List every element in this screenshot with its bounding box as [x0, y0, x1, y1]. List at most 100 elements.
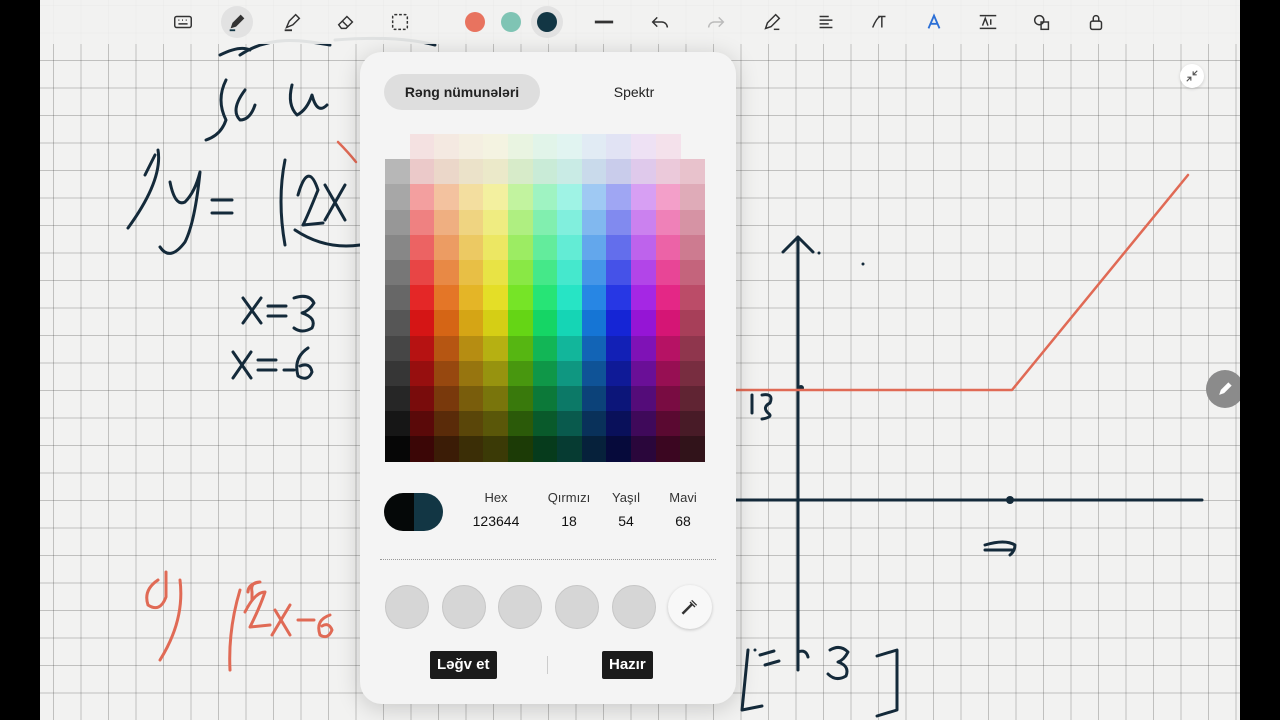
- color-swatch[interactable]: [458, 360, 484, 387]
- color-swatch[interactable]: [655, 260, 681, 286]
- recent-color-slot[interactable]: [498, 585, 543, 629]
- recent-color-slot[interactable]: [385, 585, 429, 629]
- color-swatch[interactable]: [434, 386, 460, 412]
- color-swatch[interactable]: [508, 335, 533, 362]
- color-swatch[interactable]: [385, 234, 410, 261]
- keyboard-tool[interactable]: [167, 6, 199, 38]
- color-swatch[interactable]: [483, 260, 509, 286]
- green-value[interactable]: 54: [600, 513, 652, 529]
- color-swatch[interactable]: [655, 310, 681, 337]
- color-swatch[interactable]: [483, 310, 509, 337]
- blue-column[interactable]: Mavi 68: [658, 490, 708, 529]
- color-swatch[interactable]: [409, 209, 435, 236]
- floating-pen-button[interactable]: [1206, 370, 1240, 408]
- color-swatch[interactable]: [557, 134, 583, 160]
- color-swatch[interactable]: [434, 134, 460, 160]
- color-swatch[interactable]: [409, 159, 435, 186]
- color-swatch[interactable]: [532, 134, 558, 160]
- redo-button[interactable]: [700, 6, 732, 38]
- color-swatch[interactable]: [532, 285, 558, 312]
- color-swatch[interactable]: [409, 360, 435, 387]
- color-swatch[interactable]: [557, 209, 583, 236]
- color-swatch[interactable]: [409, 411, 435, 438]
- color-swatch[interactable]: [434, 335, 460, 362]
- color-swatch[interactable]: [532, 234, 558, 261]
- color-swatch[interactable]: [557, 310, 583, 337]
- shapes-tool[interactable]: [1026, 6, 1058, 38]
- color-swatch[interactable]: [581, 134, 607, 160]
- color-swatch[interactable]: [409, 285, 435, 312]
- color-swatch[interactable]: [458, 260, 484, 286]
- color-swatch[interactable]: [458, 234, 484, 261]
- color-swatch[interactable]: [409, 260, 435, 286]
- color-swatch[interactable]: [532, 436, 558, 463]
- color-swatch[interactable]: [385, 360, 410, 387]
- color-swatch[interactable]: [434, 260, 460, 286]
- color-swatch[interactable]: [557, 436, 583, 463]
- color-swatch[interactable]: [655, 234, 681, 261]
- color-swatch[interactable]: [483, 234, 509, 261]
- color-swatch[interactable]: [434, 234, 460, 261]
- color-swatch[interactable]: [483, 134, 509, 160]
- color-swatch[interactable]: [581, 209, 607, 236]
- pen-tool[interactable]: [221, 6, 253, 38]
- color-swatch[interactable]: [557, 335, 583, 362]
- color-swatch[interactable]: [680, 260, 706, 286]
- color-swatch[interactable]: [483, 159, 509, 186]
- color-swatch[interactable]: [483, 285, 509, 312]
- recent-color-slot[interactable]: [555, 585, 600, 629]
- color-swatch[interactable]: [606, 386, 632, 412]
- color-swatch[interactable]: [581, 285, 607, 312]
- color-swatch[interactable]: [581, 335, 607, 362]
- color-swatch[interactable]: [631, 159, 656, 186]
- color-swatch[interactable]: [409, 134, 435, 160]
- color-swatch[interactable]: [385, 260, 410, 286]
- color-swatch[interactable]: [385, 285, 410, 312]
- color-swatch[interactable]: [557, 285, 583, 312]
- color-swatch[interactable]: [532, 260, 558, 286]
- color-swatch[interactable]: [606, 209, 632, 236]
- color-swatch[interactable]: [680, 411, 706, 438]
- color-swatch[interactable]: [606, 159, 632, 186]
- color-swatch[interactable]: [458, 386, 484, 412]
- color-swatch[interactable]: [606, 310, 632, 337]
- color-swatch[interactable]: [458, 159, 484, 186]
- color-swatch[interactable]: [680, 184, 706, 211]
- color-swatch[interactable]: [532, 159, 558, 186]
- color-swatch[interactable]: [655, 184, 681, 211]
- blue-value[interactable]: 68: [658, 513, 708, 529]
- color-swatch[interactable]: [680, 285, 706, 312]
- hex-value[interactable]: 123644: [460, 513, 532, 529]
- color-swatch[interactable]: [409, 310, 435, 337]
- color-swatch[interactable]: [631, 234, 656, 261]
- color-swatch[interactable]: [508, 310, 533, 337]
- color-swatch[interactable]: [483, 209, 509, 236]
- color-swatch[interactable]: [385, 209, 410, 236]
- color-swatch[interactable]: [508, 360, 533, 387]
- color-swatch[interactable]: [631, 310, 656, 337]
- color-swatch[interactable]: [680, 360, 706, 387]
- color-swatch[interactable]: [655, 285, 681, 312]
- color-swatch[interactable]: [385, 310, 410, 337]
- color-swatch[interactable]: [458, 184, 484, 211]
- color-swatch[interactable]: [385, 386, 410, 412]
- color-swatch[interactable]: [483, 184, 509, 211]
- color-swatch[interactable]: [631, 411, 656, 438]
- color-swatch[interactable]: [581, 386, 607, 412]
- eraser-tool[interactable]: [330, 6, 362, 38]
- color-swatch[interactable]: [508, 234, 533, 261]
- color-swatch[interactable]: [606, 411, 632, 438]
- color-swatch[interactable]: [581, 184, 607, 211]
- color-swatch[interactable]: [680, 159, 706, 186]
- color-swatch[interactable]: [606, 436, 632, 463]
- color-swatch[interactable]: [655, 436, 681, 463]
- eyedropper-button[interactable]: [668, 585, 712, 629]
- color-swatch[interactable]: [434, 285, 460, 312]
- color-swatch[interactable]: [606, 260, 632, 286]
- color-swatch[interactable]: [532, 386, 558, 412]
- green-column[interactable]: Yaşıl 54: [600, 490, 652, 529]
- recent-color-slot[interactable]: [441, 585, 486, 629]
- hex-column[interactable]: Hex 123644: [460, 490, 532, 529]
- stroke-width-tool[interactable]: [588, 6, 620, 38]
- color-swatch[interactable]: [606, 184, 632, 211]
